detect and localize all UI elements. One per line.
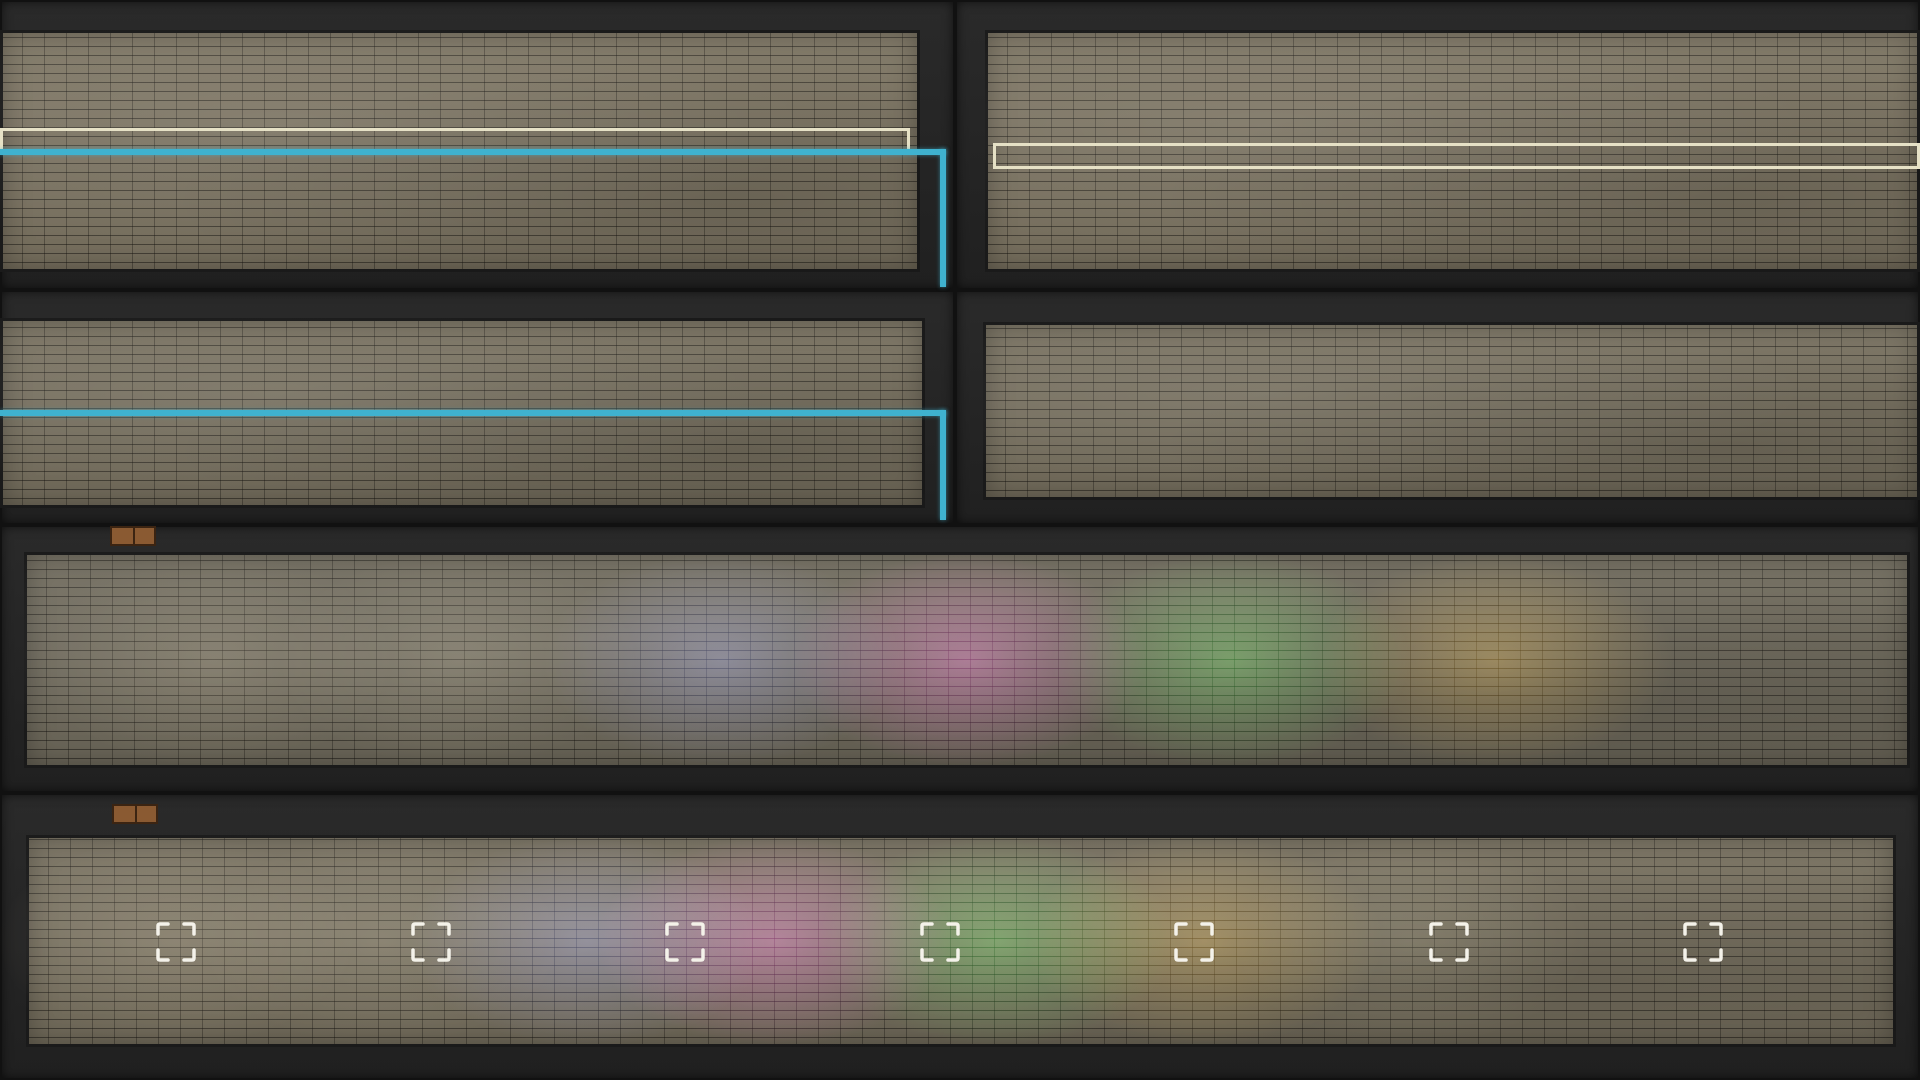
selection-bracket-icon[interactable]	[1427, 920, 1471, 964]
conduit-wire-top-vertical	[940, 149, 946, 287]
light-glow-10	[594, 835, 954, 1047]
light-glow-6	[1315, 552, 1676, 768]
light-glow-11	[818, 835, 1179, 1047]
selection-bracket-icon[interactable]	[1681, 920, 1725, 964]
light-glow-9	[407, 835, 767, 1047]
light-glow-13	[1229, 835, 1590, 1047]
selection-bracket-icon[interactable]	[409, 920, 453, 964]
game-viewport[interactable]	[0, 0, 1920, 1080]
zone-outline-top-right[interactable]	[993, 143, 1920, 169]
light-glow-2	[277, 552, 638, 768]
selection-bracket-icon[interactable]	[1172, 920, 1216, 964]
light-glow-5	[1051, 552, 1412, 768]
light-glow-4	[787, 552, 1147, 768]
selection-bracket-icon[interactable]	[154, 920, 198, 964]
light-glow-8	[201, 835, 562, 1047]
light-glow-1	[32, 552, 393, 768]
room-rainbow-upper[interactable]	[24, 552, 1910, 768]
selection-bracket-icon[interactable]	[663, 920, 707, 964]
door-lower[interactable]	[112, 804, 158, 824]
room-mid-right[interactable]	[983, 322, 1920, 500]
selection-bracket-icon[interactable]	[918, 920, 962, 964]
conduit-wire-mid-vertical	[940, 410, 946, 520]
conduit-wire-top-horizontal	[0, 149, 946, 155]
door-upper[interactable]	[110, 526, 156, 546]
conduit-wire-mid-horizontal	[0, 410, 946, 416]
light-glow-3	[541, 552, 902, 768]
